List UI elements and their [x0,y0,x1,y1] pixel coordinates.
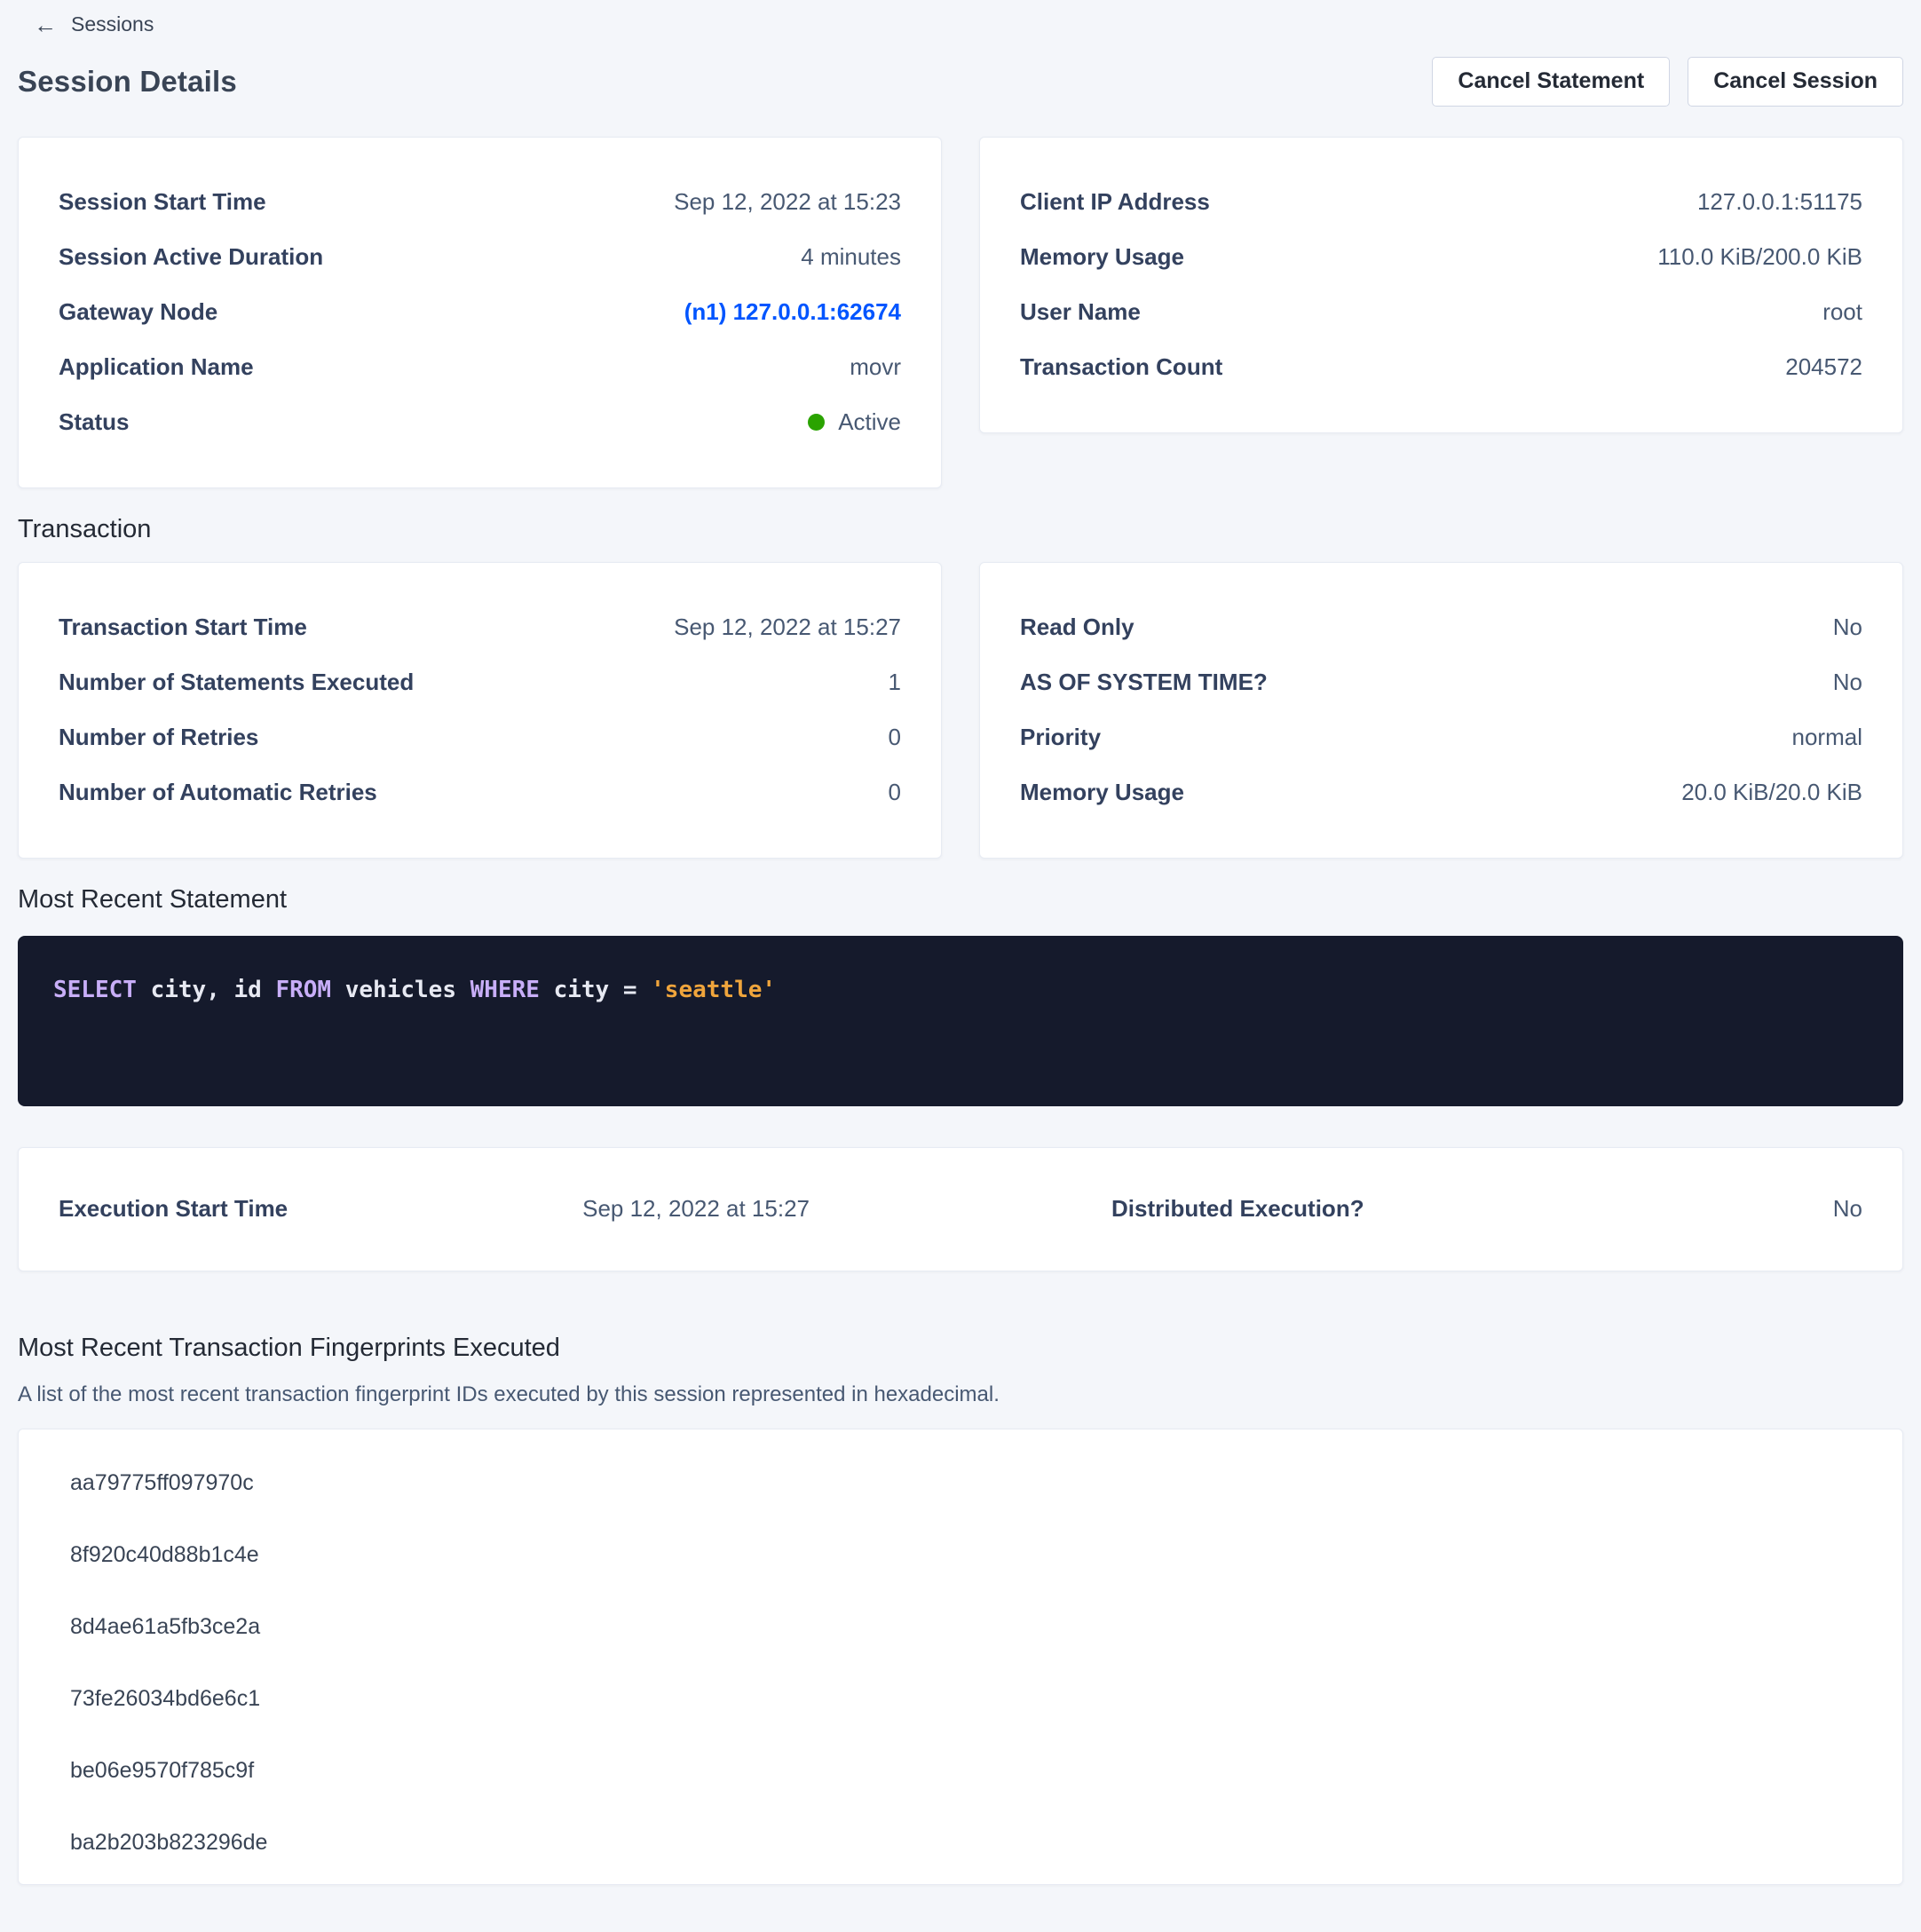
summary-row-application-name: Application Name movr [59,340,901,395]
summary-row-retries: Number of Retries 0 [59,710,901,765]
session-summary-grid: Session Start Time Sep 12, 2022 at 15:23… [18,137,1903,488]
summary-row-statements-executed: Number of Statements Executed 1 [59,655,901,710]
summary-value: 1 [889,669,901,696]
transaction-section-title: Transaction [18,515,1903,544]
summary-label: Memory Usage [1020,779,1184,806]
summary-value: 4 minutes [801,243,901,271]
summary-value: root [1822,298,1862,326]
summary-label: Transaction Count [1020,353,1222,381]
execution-start-time-row: Execution Start Time Sep 12, 2022 at 15:… [59,1185,960,1233]
summary-row-user-name: User Name root [1020,285,1862,340]
summary-label: Distributed Execution? [1111,1195,1364,1223]
session-summary-card-left: Session Start Time Sep 12, 2022 at 15:23… [18,137,942,488]
header-actions: Cancel Statement Cancel Session [1432,57,1903,107]
summary-value: 204572 [1785,353,1862,381]
summary-value: Sep 12, 2022 at 15:27 [582,1195,810,1223]
summary-row-txn-start-time: Transaction Start Time Sep 12, 2022 at 1… [59,600,901,655]
fingerprint-list-item: ba2b203b823296de [19,1807,1902,1879]
summary-label: Client IP Address [1020,188,1210,216]
status-badge: Active [808,408,901,436]
transaction-card-left: Transaction Start Time Sep 12, 2022 at 1… [18,562,942,859]
summary-label: Gateway Node [59,298,217,326]
summary-label: Session Start Time [59,188,266,216]
gateway-node-link[interactable]: (n1) 127.0.0.1:62674 [684,298,901,326]
fingerprint-list-item: 73fe26034bd6e6c1 [19,1663,1902,1735]
summary-label: Number of Automatic Retries [59,779,377,806]
summary-label: Number of Statements Executed [59,669,414,696]
summary-value: No [1833,614,1862,641]
summary-label: Execution Start Time [59,1195,288,1223]
summary-row-read-only: Read Only No [1020,600,1862,655]
sql-text: vehicles [331,977,470,1003]
sql-keyword: WHERE [470,977,540,1003]
summary-label: Application Name [59,353,254,381]
statement-section-title: Most Recent Statement [18,885,1903,915]
summary-row-memory-usage: Memory Usage 110.0 KiB/200.0 KiB [1020,230,1862,285]
summary-row-txn-memory-usage: Memory Usage 20.0 KiB/20.0 KiB [1020,765,1862,820]
cancel-statement-button[interactable]: Cancel Statement [1432,57,1670,107]
summary-row-session-active-duration: Session Active Duration 4 minutes [59,230,901,285]
execution-card: Execution Start Time Sep 12, 2022 at 15:… [18,1147,1903,1271]
page-title: Session Details [18,65,237,99]
fingerprints-section-title: Most Recent Transaction Fingerprints Exe… [18,1334,1903,1363]
sql-statement: SELECT city, id FROM vehicles WHERE city… [53,977,776,1003]
distributed-execution-row: Distributed Execution? No [960,1185,1862,1233]
cancel-session-button[interactable]: Cancel Session [1688,57,1903,107]
fingerprint-list-item: 8f920c40d88b1c4e [19,1519,1902,1591]
fingerprint-list-item: 8d4ae61a5fb3ce2a [19,1591,1902,1663]
summary-value: 20.0 KiB/20.0 KiB [1681,779,1862,806]
fingerprint-list-item: aa79775ff097970c [19,1447,1902,1519]
summary-label: Read Only [1020,614,1134,641]
summary-row-status: Status Active [59,395,901,450]
summary-value: No [1833,1195,1862,1223]
fingerprints-description: A list of the most recent transaction fi… [18,1382,1903,1407]
session-summary-card-right: Client IP Address 127.0.0.1:51175 Memory… [979,137,1903,433]
summary-value: Sep 12, 2022 at 15:27 [674,614,901,641]
summary-row-gateway-node: Gateway Node (n1) 127.0.0.1:62674 [59,285,901,340]
sql-text: city, id [137,977,276,1003]
summary-value: 0 [889,779,901,806]
summary-label: Transaction Start Time [59,614,307,641]
summary-label: User Name [1020,298,1141,326]
sql-text: city = [540,977,651,1003]
summary-row-priority: Priority normal [1020,710,1862,765]
summary-value: No [1833,669,1862,696]
summary-label: Priority [1020,724,1101,751]
summary-value: 127.0.0.1:51175 [1697,188,1862,216]
summary-value: normal [1792,724,1862,751]
back-label: Sessions [71,12,154,36]
back-link[interactable]: ← Sessions [34,12,154,36]
summary-value: 0 [889,724,901,751]
sql-string-literal: 'seattle' [651,977,776,1003]
session-details-page: ← Sessions Session Details Cancel Statem… [0,0,1921,1920]
fingerprints-card: aa79775ff097970c 8f920c40d88b1c4e 8d4ae6… [18,1429,1903,1885]
summary-row-client-ip: Client IP Address 127.0.0.1:51175 [1020,175,1862,230]
fingerprint-list-item: be06e9570f785c9f [19,1735,1902,1807]
summary-label: Memory Usage [1020,243,1184,271]
summary-row-transaction-count: Transaction Count 204572 [1020,340,1862,395]
sql-keyword: SELECT [53,977,137,1003]
page-header: Session Details Cancel Statement Cancel … [18,57,1903,107]
summary-value: movr [850,353,901,381]
back-arrow-icon: ← [34,13,57,36]
transaction-card-right: Read Only No AS OF SYSTEM TIME? No Prior… [979,562,1903,859]
summary-label: AS OF SYSTEM TIME? [1020,669,1268,696]
summary-value: 110.0 KiB/200.0 KiB [1657,243,1862,271]
status-text: Active [838,408,901,436]
summary-row-automatic-retries: Number of Automatic Retries 0 [59,765,901,820]
sql-keyword: FROM [275,977,331,1003]
summary-label: Status [59,408,129,436]
summary-row-as-of-system-time: AS OF SYSTEM TIME? No [1020,655,1862,710]
transaction-grid: Transaction Start Time Sep 12, 2022 at 1… [18,562,1903,859]
summary-value: Sep 12, 2022 at 15:23 [674,188,901,216]
status-active-dot-icon [808,414,825,431]
summary-label: Number of Retries [59,724,258,751]
summary-row-session-start-time: Session Start Time Sep 12, 2022 at 15:23 [59,175,901,230]
summary-label: Session Active Duration [59,243,323,271]
sql-statement-box: SELECT city, id FROM vehicles WHERE city… [18,936,1903,1106]
